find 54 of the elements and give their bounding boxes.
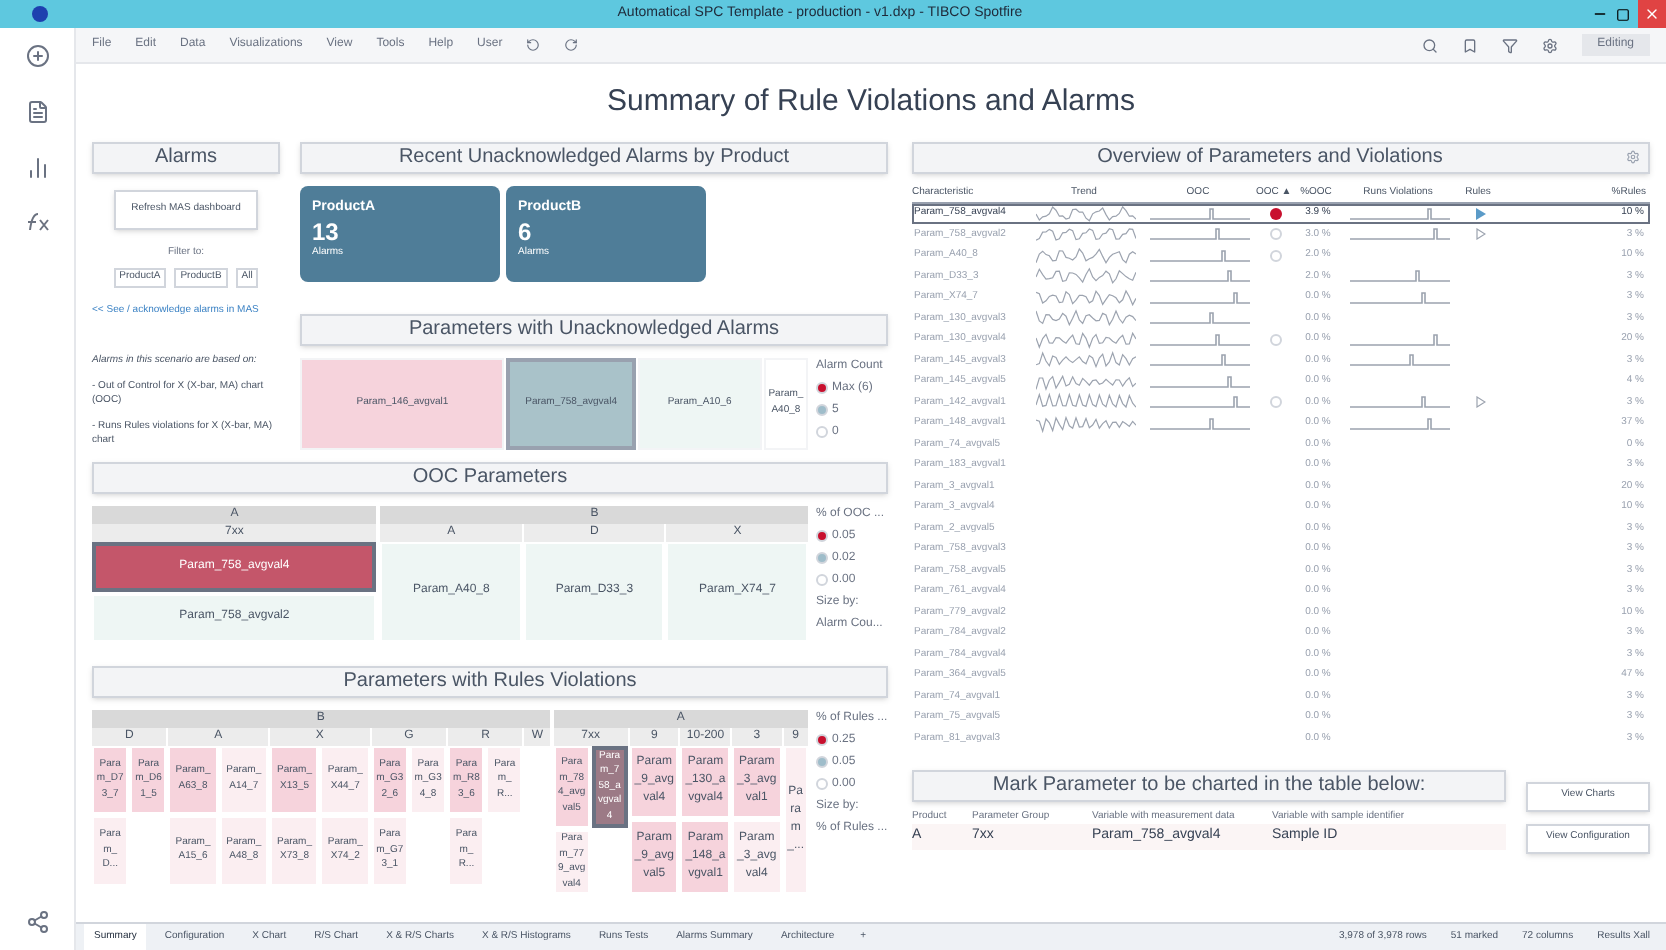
sparkline xyxy=(1036,287,1136,308)
close-icon xyxy=(1644,6,1660,22)
tile-count: 13 xyxy=(312,218,341,246)
sparkline xyxy=(1150,354,1250,367)
sparkline xyxy=(1150,207,1250,220)
panel-header: Overview of Parameters and Violations xyxy=(1095,143,1445,171)
sparkline xyxy=(1150,249,1250,262)
sparkline xyxy=(1036,413,1136,434)
sparkline xyxy=(1350,228,1450,241)
sparkline xyxy=(1036,245,1136,266)
sparkline xyxy=(1350,333,1450,346)
app-icon xyxy=(32,6,48,22)
sparkline xyxy=(1350,291,1450,304)
sparkline xyxy=(1150,417,1250,430)
sparkline xyxy=(1150,375,1250,388)
sparkline xyxy=(1036,329,1136,350)
panel-header: Recent Unacknowledged Alarms by Product xyxy=(300,141,888,173)
sparkline xyxy=(1150,333,1250,346)
sparkline xyxy=(1036,224,1136,245)
document-icon[interactable] xyxy=(25,100,49,124)
function-icon[interactable] xyxy=(25,212,49,232)
filter-icon[interactable] xyxy=(1501,37,1518,53)
bar-chart-icon[interactable] xyxy=(25,156,49,180)
network-icon[interactable] xyxy=(25,910,49,934)
sparkline xyxy=(1150,312,1250,325)
maximize-icon[interactable] xyxy=(1616,7,1630,21)
sparkline xyxy=(1036,392,1136,413)
page-title: Summary of Rule Violations and Alarms xyxy=(604,82,1137,122)
panel-header: Alarms xyxy=(92,141,280,173)
panel-header: Parameters with Rules Violations xyxy=(92,665,888,697)
sparkline xyxy=(1036,350,1136,371)
sparkline xyxy=(1350,207,1450,220)
panel-header: Mark Parameter to be charted in the table below: xyxy=(912,769,1506,801)
undo-icon[interactable] xyxy=(526,38,541,52)
add-icon[interactable] xyxy=(25,44,49,68)
sparkline xyxy=(1350,417,1450,430)
sparkline xyxy=(1036,371,1136,392)
sparkline xyxy=(1150,291,1250,304)
sparkline xyxy=(1350,270,1450,283)
sparkline xyxy=(1150,396,1250,409)
settings-icon[interactable] xyxy=(1626,150,1640,164)
sparkline xyxy=(1036,266,1136,287)
settings-icon[interactable] xyxy=(1541,37,1558,53)
bookmark-icon[interactable] xyxy=(1461,37,1478,53)
panel-header: OOC Parameters xyxy=(92,461,888,493)
sparkline xyxy=(1036,308,1136,329)
sparkline xyxy=(1150,228,1250,241)
redo-icon[interactable] xyxy=(564,38,579,52)
search-icon[interactable] xyxy=(1421,37,1438,53)
panel-header: Parameters with Unacknowledged Alarms xyxy=(300,313,888,345)
sparkline xyxy=(1350,354,1450,367)
sparkline xyxy=(1150,270,1250,283)
tile-count: 6 xyxy=(518,218,534,246)
sparkline xyxy=(1350,396,1450,409)
